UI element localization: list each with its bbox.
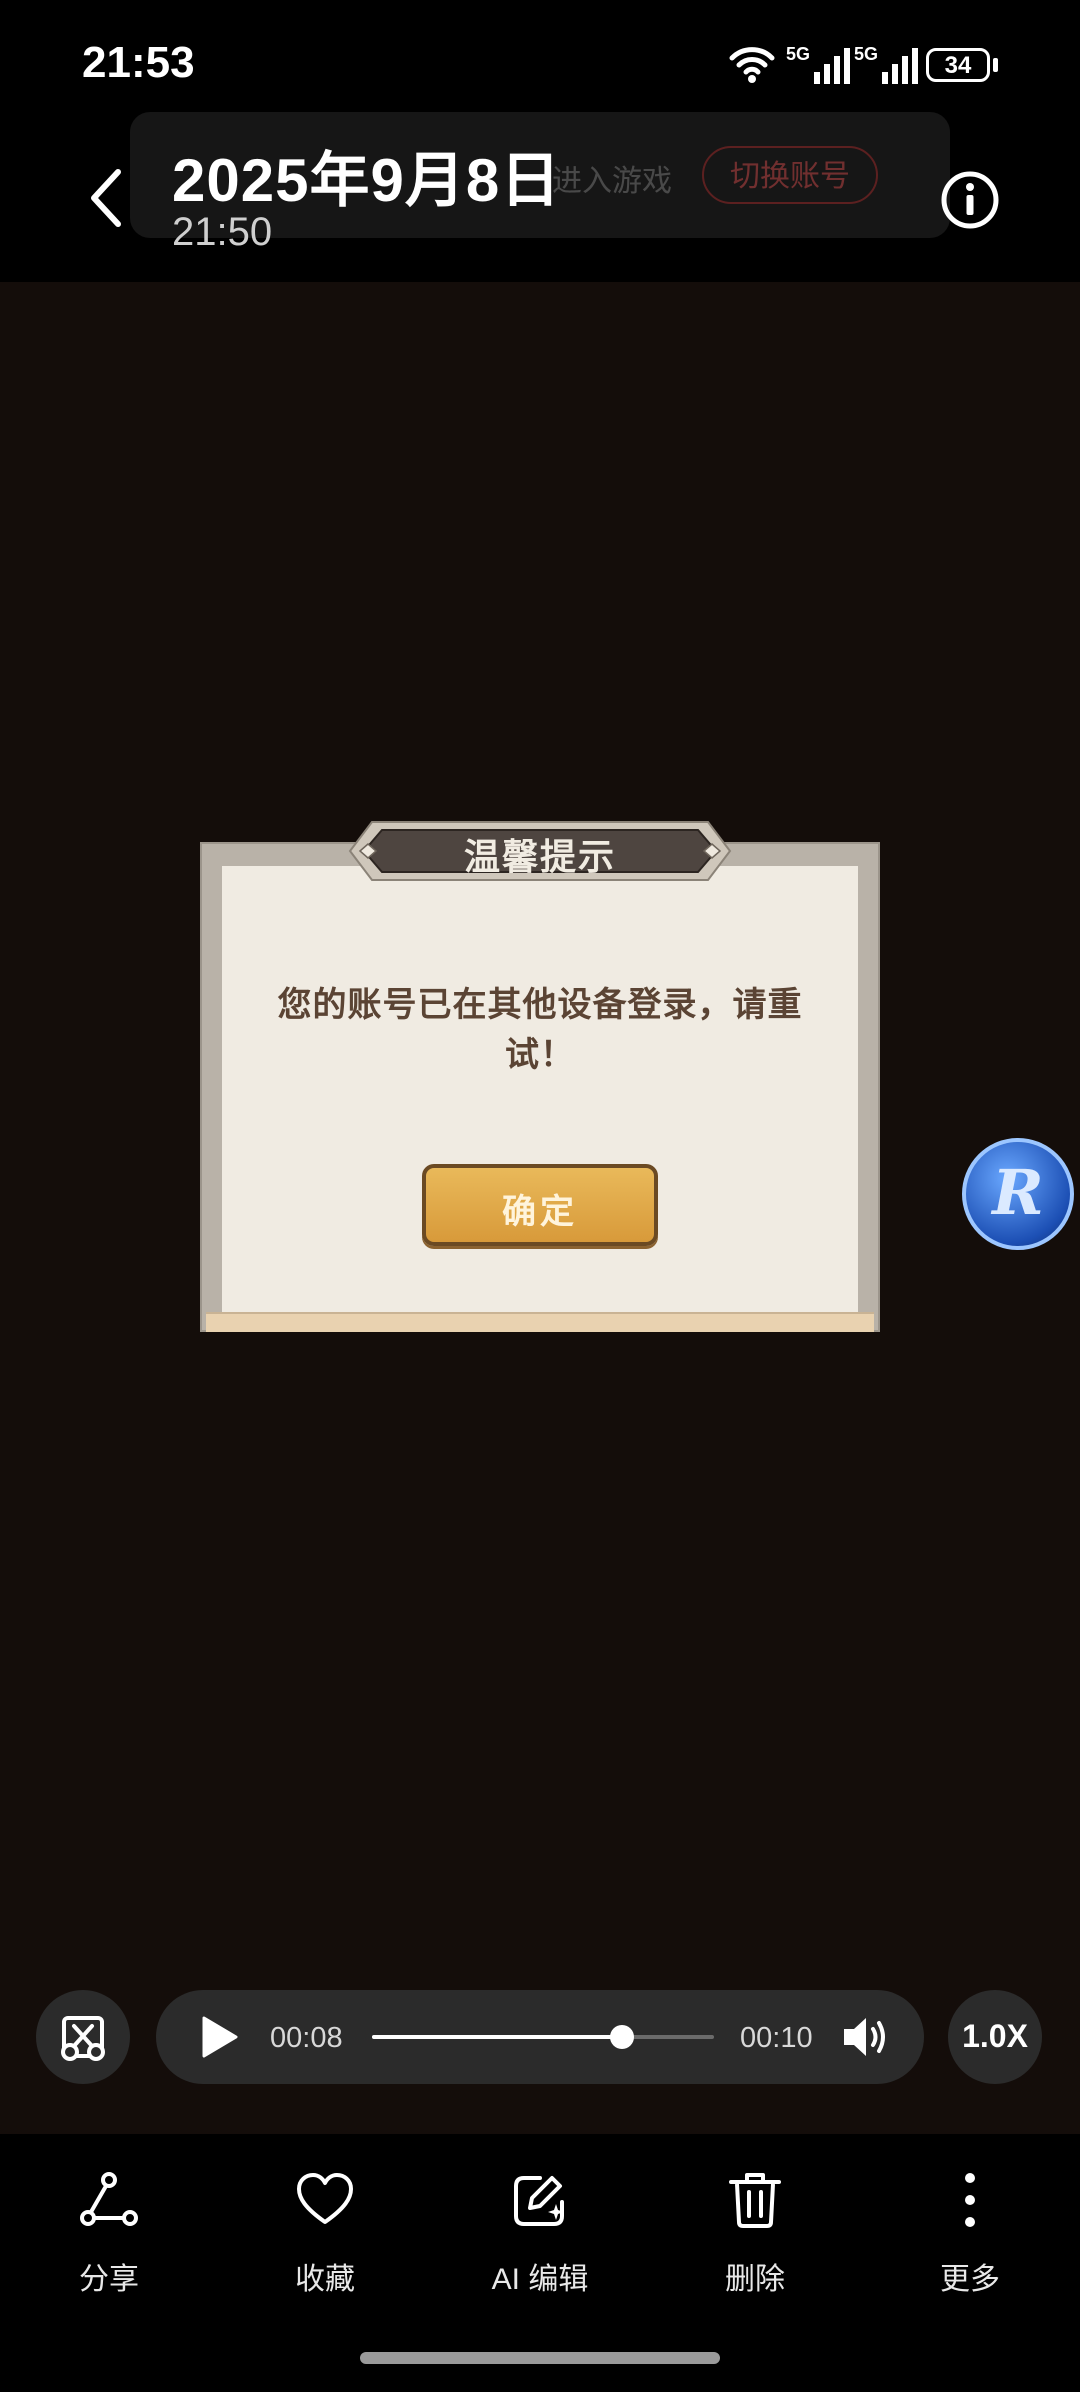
trash-icon (729, 2173, 781, 2228)
share-button[interactable]: 分享 (34, 2170, 184, 2296)
delete-label: 删除 (725, 2263, 785, 2296)
confirm-button[interactable]: 确定 (422, 1164, 658, 1246)
faded-switch-account-text: 切换账号 (702, 146, 878, 204)
info-icon (941, 171, 999, 229)
share-label: 分享 (79, 2263, 139, 2296)
battery-level: 34 (944, 52, 972, 79)
chevron-left-icon (91, 169, 121, 227)
crop-scissors-icon (61, 2016, 105, 2061)
volume-icon (844, 2018, 885, 2056)
favorite-label: 收藏 (295, 2263, 355, 2296)
play-icon (202, 2016, 238, 2058)
screenshot-crop-button[interactable] (36, 1990, 130, 2084)
confirm-button-label: 确定 (502, 1193, 578, 1231)
play-button[interactable] (196, 2014, 242, 2060)
battery-tip (993, 58, 998, 72)
signal-5g-icon: 5G (786, 44, 850, 86)
progress-thumb[interactable] (609, 2025, 634, 2049)
status-time: 21:53 (82, 38, 195, 87)
dialog-bottom-trim (206, 1312, 874, 1332)
ai-edit-button[interactable]: AI 编辑 (465, 2170, 615, 2296)
playback-speed-button[interactable]: 1.0X (948, 1990, 1042, 2084)
current-time: 00:08 (270, 2022, 343, 2054)
floating-button-letter: R (992, 1156, 1044, 1229)
back-button[interactable] (80, 160, 132, 236)
wifi-icon (728, 44, 775, 86)
progress-fill (372, 2035, 622, 2039)
media-time-subtitle: 21:50 (172, 210, 273, 254)
more-label: 更多 (940, 2263, 1000, 2296)
faded-enter-game-text: 进入游戏 (552, 165, 672, 198)
more-button[interactable]: 更多 (895, 2170, 1045, 2296)
total-time: 00:10 (740, 2022, 813, 2054)
dialog-message: 您的账号已在其他设备登录，请重试！ (277, 986, 803, 1074)
delete-button[interactable]: 删除 (680, 2170, 830, 2296)
more-icon (965, 2173, 975, 2227)
info-button[interactable] (940, 170, 1000, 230)
media-date-title: 2025年9月8日 (172, 147, 562, 214)
signal-5g-icon: 5G (854, 44, 918, 86)
ai-edit-label: AI 编辑 (491, 2263, 589, 2296)
heart-icon (297, 2173, 353, 2224)
dialog-title: 温馨提示 (463, 836, 616, 877)
floating-assistant-button[interactable]: R (962, 1138, 1074, 1250)
ai-edit-icon (514, 2176, 564, 2226)
volume-button[interactable] (840, 2012, 892, 2062)
playback-speed-label: 1.0X (962, 2018, 1028, 2054)
progress-slider[interactable] (372, 2025, 714, 2049)
share-icon (80, 2172, 138, 2226)
battery-icon: 34 (926, 48, 990, 82)
home-indicator[interactable] (360, 2352, 720, 2364)
favorite-button[interactable]: 收藏 (250, 2170, 400, 2296)
